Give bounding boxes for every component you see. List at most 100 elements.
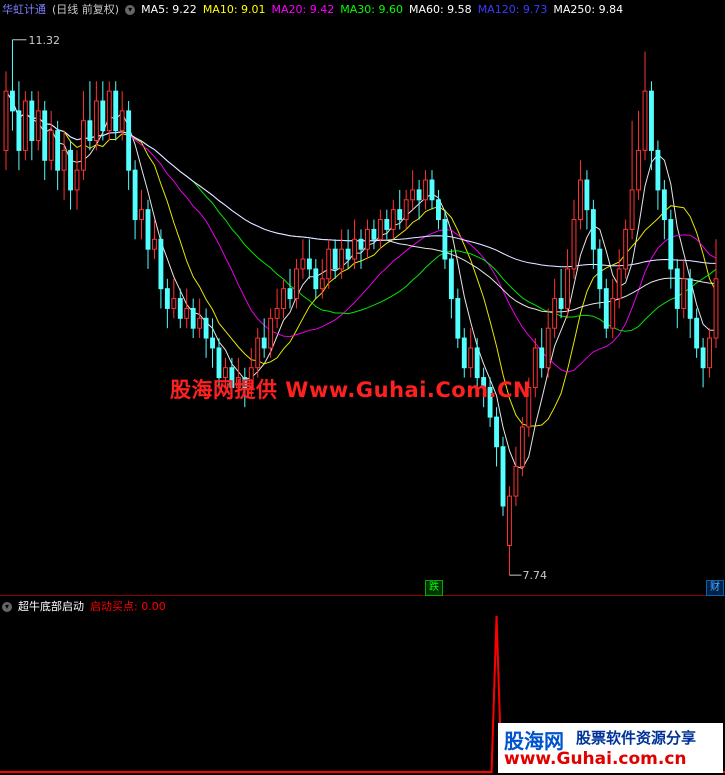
candle-body <box>500 446 506 507</box>
candle-body <box>22 100 28 151</box>
candle-body <box>352 238 357 260</box>
candle-body <box>326 248 332 280</box>
candle-body <box>448 258 454 300</box>
ma60-label: MA60: 9.58 <box>408 3 472 16</box>
candle-body <box>700 347 706 369</box>
candle-body <box>687 278 693 319</box>
candle-body <box>713 278 719 339</box>
candle-body <box>552 298 558 329</box>
candle-body <box>674 268 680 309</box>
site-logo: 股海网 股票软件资源分享 www.Guhai.com.cn <box>498 723 723 773</box>
fall-badge: 跌 <box>425 580 443 596</box>
indicator-settings-icon[interactable]: ▾ <box>2 602 12 612</box>
ma-header: 华虹计通 (日线 前复权) ▾ MA5: 9.22 MA10: 9.01 MA2… <box>0 0 623 20</box>
candle-body <box>145 209 151 250</box>
candle-body <box>74 169 80 191</box>
candle-body <box>10 90 15 112</box>
candle-body <box>416 189 422 201</box>
candle-body <box>578 179 583 221</box>
candle-body <box>87 120 93 142</box>
candle-body <box>681 278 687 309</box>
candle-body <box>203 317 209 339</box>
candle-body <box>603 288 609 329</box>
candle-body <box>197 317 203 329</box>
candle-body <box>345 248 351 260</box>
candle-body <box>513 465 519 497</box>
candle-body <box>377 219 383 240</box>
candle-body <box>268 317 274 349</box>
candle-body <box>294 268 299 300</box>
high-price-label: 11.32 <box>28 34 59 47</box>
logo-url: www.Guhai.com.cn <box>504 749 687 769</box>
candle-body <box>661 189 667 221</box>
candle-body <box>384 219 390 230</box>
candle-body <box>255 337 261 369</box>
candle-body <box>100 100 106 132</box>
watermark-text: 股海网提供 Www.Guhai.Com.CN <box>170 378 532 402</box>
candle-body <box>113 90 119 132</box>
low-price-label: 7.74 <box>522 569 547 582</box>
candle-body <box>171 298 177 309</box>
candle-body <box>184 307 190 319</box>
candle-body <box>423 179 428 201</box>
indicator-signal-label: 启动买点: 0.00 <box>90 600 166 613</box>
candle-body <box>410 189 416 201</box>
candle-body <box>287 288 293 300</box>
indicator-header: ▾ 超牛底部启动 启动买点: 0.00 <box>0 597 166 617</box>
candle-body <box>642 90 648 151</box>
ma10-label: MA10: 9.01 <box>202 3 266 16</box>
candle-body <box>164 288 170 309</box>
ma250-label: MA250: 9.84 <box>553 3 624 16</box>
candle-body <box>649 90 654 151</box>
candle-body <box>519 426 525 467</box>
candle-body <box>190 307 196 329</box>
candle-body <box>313 268 319 290</box>
candle-body <box>158 238 164 290</box>
candle-body <box>274 307 280 319</box>
candle-body <box>403 199 409 221</box>
candle-body <box>390 209 396 230</box>
ma30-label: MA30: 9.60 <box>340 3 403 16</box>
candle-body <box>3 90 9 151</box>
candle-body <box>139 209 144 221</box>
candle-body <box>93 100 99 142</box>
ma60-line <box>5 90 717 313</box>
candle-body <box>152 238 157 250</box>
candle-body <box>55 130 61 171</box>
candle-body <box>106 90 112 132</box>
candle-body <box>29 100 35 142</box>
candle-body <box>668 219 674 270</box>
settings-circle-icon[interactable]: ▾ <box>125 5 136 15</box>
candle-body <box>507 495 512 546</box>
indicator-name: 超牛底部启动 <box>18 600 84 613</box>
candle-body <box>358 238 364 250</box>
candle-body <box>48 130 54 161</box>
candle-body <box>300 258 306 270</box>
candle-body <box>494 416 499 448</box>
candle-body <box>468 347 474 369</box>
candle-body <box>590 209 596 250</box>
candle-body <box>629 189 635 230</box>
candle-body <box>597 248 603 290</box>
candle-body <box>455 298 461 339</box>
candle-body <box>119 110 125 132</box>
finance-badge: 财 <box>706 580 724 596</box>
candle-body <box>532 347 538 388</box>
candle-body <box>565 268 570 309</box>
candle-body <box>365 228 370 250</box>
ma5-label: MA5: 9.22 <box>141 3 197 16</box>
candlestick-chart[interactable]: 11.32 7.74 <box>0 0 725 595</box>
candle-body <box>281 288 286 309</box>
candle-body <box>558 298 564 309</box>
stock-name: 华虹计通 <box>2 3 46 16</box>
candle-body <box>332 248 338 270</box>
ma120-label: MA120: 9.73 <box>477 3 548 16</box>
candle-body <box>694 317 700 349</box>
candle-body <box>707 337 712 369</box>
candle-body <box>545 327 551 369</box>
candle-body <box>461 337 467 369</box>
candle-body <box>306 258 312 270</box>
price-panel[interactable]: 华虹计通 (日线 前复权) ▾ MA5: 9.22 MA10: 9.01 MA2… <box>0 0 725 596</box>
candle-body <box>68 149 73 191</box>
candle-body <box>636 149 641 191</box>
